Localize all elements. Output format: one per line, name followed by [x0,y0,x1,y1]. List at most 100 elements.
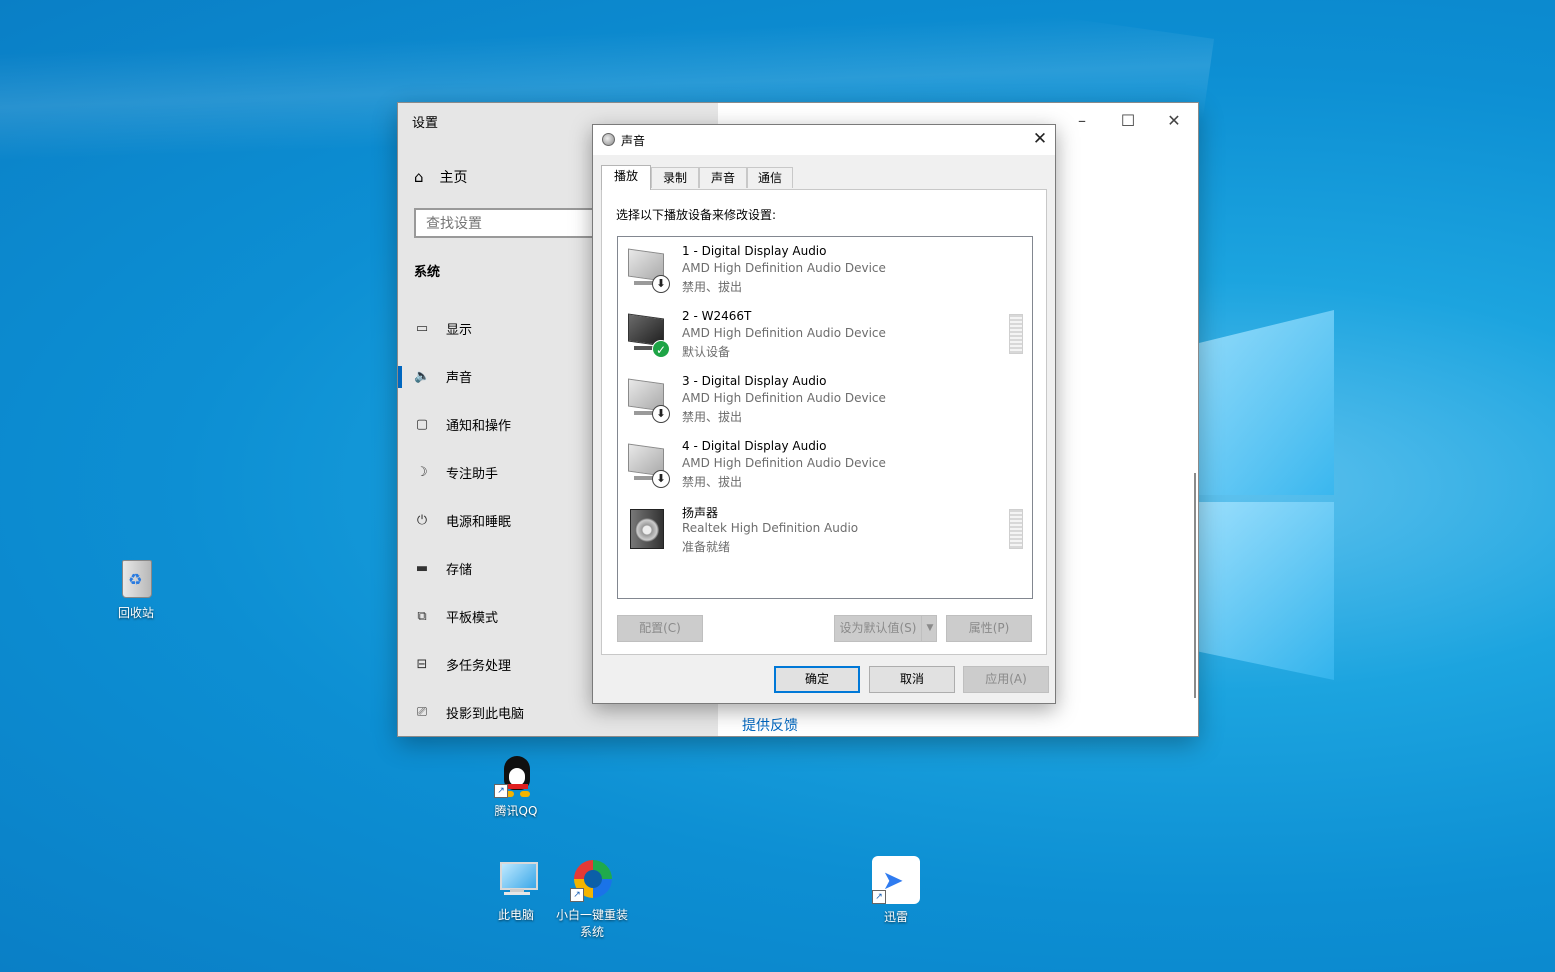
dialog-title: 声音 [621,134,646,148]
notification-icon: ▢ [415,416,429,432]
sidebar-item-storage[interactable]: ▬ 存储 [414,559,472,579]
device-status: 默认设备 [682,345,731,359]
desktop-icon-xiaobai[interactable]: ↗ 小白一键重装系统 [552,858,632,940]
qq-penguin-icon: ↗ [494,754,538,798]
device-status: 禁用、拔出 [682,280,743,294]
sound-dialog: 声音 ✕ 播放 录制 声音 通信 选择以下播放设备来修改设置: ⬇ 1 - Di… [592,124,1056,704]
multitask-icon: ⊟ [416,656,428,672]
speaker-app-icon [602,133,615,146]
monitor-icon: ⬇ [624,377,670,423]
set-default-button[interactable]: 设为默认值(S) ▼ [834,615,937,642]
power-icon: ⏻ [416,512,428,528]
sidebar-item-label: 投影到此电脑 [446,707,525,722]
sidebar-item-label: 平板模式 [446,611,499,626]
monitor-icon: ⬇ [624,247,670,293]
device-status: 准备就绪 [682,540,731,554]
desktop-icon-label: 此电脑 [497,908,534,922]
sidebar-item-focus-assist[interactable]: ☽ 专注助手 [414,463,499,483]
device-name: 4 - Digital Display Audio [682,439,827,453]
monitor-icon: ⬇ [624,442,670,488]
computer-monitor-icon [494,858,538,902]
dialog-close-button[interactable]: ✕ [1029,129,1051,149]
unplugged-arrow-icon: ⬇ [652,470,670,488]
device-status: 禁用、拔出 [682,475,743,489]
properties-button[interactable]: 属性(P) [946,615,1032,642]
device-name: 扬声器 [682,506,719,520]
tab-communications[interactable]: 通信 [747,167,793,188]
dialog-titlebar: 声音 ✕ [593,125,1055,155]
xiaobai-reinstall-icon: ↗ [570,858,614,902]
configure-button[interactable]: 配置(C) [617,615,703,642]
desktop-icon-label: 回收站 [117,606,154,620]
tab-recording[interactable]: 录制 [651,167,699,188]
sidebar-item-notifications[interactable]: ▢ 通知和操作 [414,415,512,435]
tab-playback[interactable]: 播放 [601,165,651,190]
device-status: 禁用、拔出 [682,410,743,424]
device-list: ⬇ 1 - Digital Display Audio AMD High Def… [617,236,1033,599]
minimize-button[interactable]: – [1072,111,1092,130]
ok-button[interactable]: 确定 [774,666,860,693]
tab-sounds[interactable]: 声音 [699,167,747,188]
storage-icon: ▬ [415,560,429,576]
desktop-icon-label: 迅雷 [883,910,908,924]
scrollbar[interactable] [1194,473,1196,698]
sidebar-item-multitasking[interactable]: ⊟ 多任务处理 [414,655,512,675]
device-driver: AMD High Definition Audio Device [682,326,886,340]
feedback-link[interactable]: 提供反馈 [742,715,798,735]
sidebar-item-power[interactable]: ⏻ 电源和睡眠 [414,511,511,531]
default-check-icon: ✓ [652,340,670,358]
sidebar-item-label: 多任务处理 [446,659,512,674]
set-default-label: 设为默认值(S) [839,621,917,635]
nav-home[interactable]: ⌂ 主页 [414,167,468,187]
device-item[interactable]: ✓ 2 - W2466T AMD High Definition Audio D… [624,306,1024,366]
desktop-icon-label: 腾讯QQ [494,804,538,818]
shortcut-arrow-icon: ↗ [872,890,886,904]
moon-icon: ☽ [416,464,428,480]
unplugged-arrow-icon: ⬇ [652,405,670,423]
device-name: 2 - W2466T [682,309,752,323]
xunlei-bird-icon: ➤ ↗ [872,856,920,904]
apply-button[interactable]: 应用(A) [963,666,1049,693]
device-item[interactable]: 扬声器 Realtek High Definition Audio 准备就绪 [624,501,1024,561]
sidebar-item-label: 专注助手 [446,467,499,482]
windows-logo-wallpaper [1198,270,1338,680]
desktop-icon-label: 小白一键重装系统 [555,908,628,939]
sidebar-item-display[interactable]: ▭ 显示 [414,319,473,339]
playback-panel: 选择以下播放设备来修改设置: ⬇ 1 - Digital Display Aud… [601,189,1047,655]
shortcut-arrow-icon: ↗ [570,888,584,902]
sidebar-item-sound[interactable]: 🔈 声音 [414,367,473,387]
chevron-down-icon[interactable]: ▼ [921,616,938,641]
device-driver: Realtek High Definition Audio [682,521,859,535]
device-item[interactable]: ⬇ 1 - Digital Display Audio AMD High Def… [624,241,1024,301]
unplugged-arrow-icon: ⬇ [652,275,670,293]
monitor-icon: ✓ [624,312,670,358]
cancel-button[interactable]: 取消 [869,666,955,693]
volume-meter [1009,509,1023,549]
close-button[interactable]: ✕ [1164,111,1184,130]
section-title: 系统 [414,265,441,280]
sidebar-item-label: 通知和操作 [446,419,512,434]
display-icon: ▭ [415,320,429,336]
device-name: 1 - Digital Display Audio [682,244,827,258]
window-title: 设置 [412,116,439,131]
speaker-device-icon [624,507,670,553]
desktop-icon-xunlei[interactable]: ➤ ↗ 迅雷 [856,856,936,925]
sidebar-item-project[interactable]: ⎚ 投影到此电脑 [414,703,525,723]
device-item[interactable]: ⬇ 4 - Digital Display Audio AMD High Def… [624,436,1024,496]
sidebar-item-label: 显示 [446,323,473,338]
project-icon: ⎚ [416,704,428,720]
device-item[interactable]: ⬇ 3 - Digital Display Audio AMD High Def… [624,371,1024,431]
device-driver: AMD High Definition Audio Device [682,261,886,275]
instruction-text: 选择以下播放设备来修改设置: [616,208,777,222]
desktop-icon-recycle-bin[interactable]: ♻ 回收站 [96,556,176,621]
maximize-button[interactable]: ☐ [1118,111,1138,130]
selected-indicator [398,366,402,388]
desktop-icon-this-pc[interactable]: 此电脑 [476,858,556,923]
device-driver: AMD High Definition Audio Device [682,456,886,470]
sidebar-item-tablet-mode[interactable]: ⧉ 平板模式 [414,607,499,627]
shortcut-arrow-icon: ↗ [494,784,508,798]
sidebar-item-label: 声音 [446,371,473,386]
desktop-icon-qq[interactable]: ↗ 腾讯QQ [476,754,556,819]
device-name: 3 - Digital Display Audio [682,374,827,388]
speaker-icon: 🔈 [414,368,431,384]
